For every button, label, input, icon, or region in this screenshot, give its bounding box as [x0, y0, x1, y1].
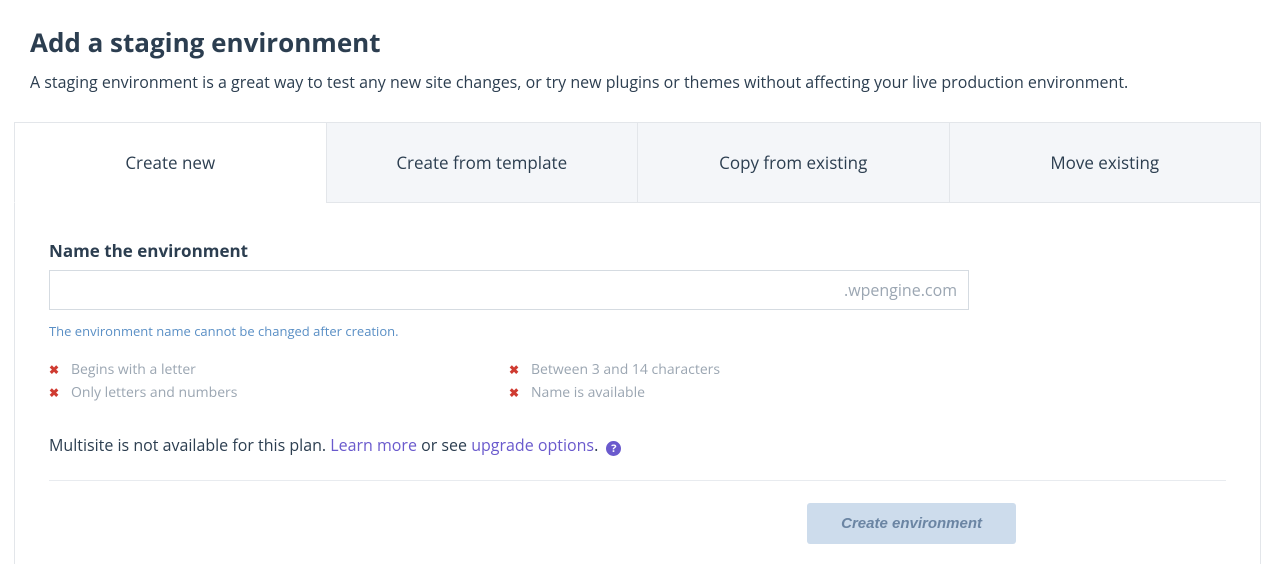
tabs-container: Create new Create from template Copy fro… — [14, 122, 1261, 203]
multisite-prefix: Multisite is not available for this plan… — [49, 434, 330, 456]
create-environment-button[interactable]: Create environment — [807, 503, 1016, 544]
validation-col-left: ✖ Begins with a letter ✖ Only letters an… — [49, 360, 509, 406]
validation-text: Begins with a letter — [71, 360, 196, 379]
upgrade-options-link[interactable]: upgrade options — [471, 434, 594, 456]
name-label: Name the environment — [49, 239, 1226, 262]
action-row: Create environment — [49, 481, 1226, 544]
validation-text: Between 3 and 14 characters — [531, 360, 720, 379]
x-icon: ✖ — [49, 384, 63, 401]
validation-text: Name is available — [531, 383, 645, 402]
tab-create-new[interactable]: Create new — [14, 122, 327, 203]
multisite-suffix: . — [594, 434, 602, 456]
page-title: Add a staging environment — [30, 24, 1261, 60]
validation-item: ✖ Name is available — [509, 383, 969, 402]
tab-create-from-template[interactable]: Create from template — [326, 122, 639, 203]
validation-item: ✖ Only letters and numbers — [49, 383, 509, 402]
helper-text: The environment name cannot be changed a… — [49, 322, 1226, 340]
x-icon: ✖ — [509, 384, 523, 401]
name-input-wrapper: .wpengine.com — [49, 270, 969, 310]
validation-item: ✖ Begins with a letter — [49, 360, 509, 379]
environment-name-input[interactable] — [49, 270, 969, 310]
validation-col-right: ✖ Between 3 and 14 characters ✖ Name is … — [509, 360, 969, 406]
validation-item: ✖ Between 3 and 14 characters — [509, 360, 969, 379]
tab-copy-from-existing[interactable]: Copy from existing — [637, 122, 950, 203]
validation-text: Only letters and numbers — [71, 383, 237, 402]
multisite-notice: Multisite is not available for this plan… — [49, 434, 1226, 481]
tab-move-existing[interactable]: Move existing — [949, 122, 1262, 203]
help-icon[interactable]: ? — [606, 441, 621, 456]
x-icon: ✖ — [49, 361, 63, 378]
learn-more-link[interactable]: Learn more — [330, 434, 417, 456]
tab-content: Name the environment .wpengine.com The e… — [14, 203, 1261, 564]
validation-grid: ✖ Begins with a letter ✖ Only letters an… — [49, 360, 1226, 406]
page-description: A staging environment is a great way to … — [30, 70, 1261, 94]
multisite-middle: or see — [417, 434, 471, 456]
x-icon: ✖ — [509, 361, 523, 378]
